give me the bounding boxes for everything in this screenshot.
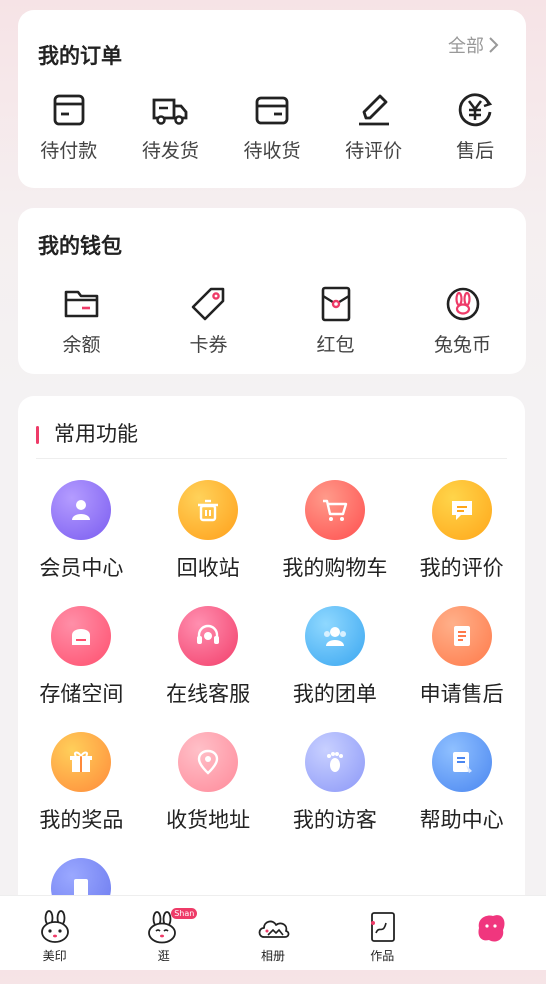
wallet-item-label: 卡券	[189, 334, 228, 356]
folder-icon	[64, 290, 98, 318]
pencil-icon	[358, 94, 389, 126]
truck-icon	[152, 98, 188, 125]
document-icon	[431, 606, 492, 666]
feature-label: 我的团单	[292, 682, 377, 706]
feature-label: 存储空间	[39, 682, 124, 706]
feature-label: 在线客服	[166, 682, 251, 706]
feature-label: 会员中心	[39, 556, 124, 580]
order-item-after-sales[interactable]: 售后	[424, 90, 526, 163]
bottom-tab-bar: 美印 Shan 逛 相册 作品	[0, 895, 546, 970]
tab-works[interactable]: 作品	[328, 896, 437, 970]
features-title: 常用功能	[54, 422, 138, 446]
feature-storage-space[interactable]: 存储空间	[18, 606, 145, 732]
order-item-pending-receipt[interactable]: 待收货	[221, 90, 323, 163]
rabbit-head-icon	[40, 910, 69, 943]
headset-icon	[178, 606, 239, 666]
tab-browse[interactable]: Shan 逛	[109, 896, 218, 970]
yen-refund-icon	[458, 93, 493, 127]
wallet-title: 我的钱包	[38, 234, 122, 258]
rabbit-coin-icon	[446, 287, 479, 321]
wallet-item-label: 兔兔币	[433, 334, 491, 356]
feature-label: 我的奖品	[39, 808, 124, 832]
wallet-item-balance[interactable]: 余额	[18, 284, 145, 357]
feature-label: 帮助中心	[419, 808, 504, 832]
feature-my-prizes[interactable]: 我的奖品	[18, 732, 145, 858]
features-accent-bar	[36, 426, 39, 444]
cloud-album-icon	[258, 920, 290, 938]
order-item-label: 待付款	[40, 140, 98, 162]
feature-label: 申请售后	[419, 682, 504, 706]
order-item-label: 待收货	[243, 140, 301, 162]
orders-all-link[interactable]: 全部	[448, 32, 500, 58]
wallet-item-coupons[interactable]: 卡券	[145, 284, 272, 357]
chevron-right-icon	[489, 37, 499, 53]
wallet-item-red-packet[interactable]: 红包	[272, 284, 399, 357]
wallet-item-label: 红包	[316, 334, 355, 356]
wallet-card: 我的钱包 余额 卡券 红包 兔兔币	[18, 208, 526, 374]
features-header: 常用功能	[36, 418, 507, 459]
order-item-pending-review[interactable]: 待评价	[323, 90, 425, 163]
order-item-pending-shipment[interactable]: 待发货	[120, 90, 222, 163]
tag-icon	[191, 287, 224, 321]
wallet-item-rabbit-coin[interactable]: 兔兔币	[399, 284, 526, 357]
artwork-icon	[371, 912, 396, 942]
storage-icon	[51, 606, 112, 666]
trash-icon	[178, 480, 239, 540]
cart-icon	[304, 480, 365, 540]
wallet-item-label: 余额	[62, 334, 101, 356]
tab-label: 相册	[261, 949, 286, 963]
feature-shopping-cart[interactable]: 我的购物车	[272, 480, 399, 606]
red-envelope-icon	[321, 286, 350, 322]
orders-title: 我的订单	[38, 44, 122, 68]
tab-profile[interactable]	[437, 896, 546, 970]
order-item-pending-payment[interactable]: 待付款	[18, 90, 120, 163]
help-doc-icon	[431, 732, 492, 792]
tab-label: 作品	[370, 949, 395, 963]
feature-online-service[interactable]: 在线客服	[145, 606, 272, 732]
feature-shipping-address[interactable]: 收货地址	[145, 732, 272, 858]
footprint-icon	[304, 732, 365, 792]
group-icon	[304, 606, 365, 666]
feature-group-orders[interactable]: 我的团单	[272, 606, 399, 732]
wallet-icon	[53, 94, 85, 126]
feature-label: 我的购物车	[282, 556, 388, 580]
feature-label: 回收站	[176, 556, 240, 580]
order-item-label: 待评价	[345, 140, 403, 162]
feature-apply-after-sales[interactable]: 申请售后	[398, 606, 525, 732]
shan-badge: Shan	[171, 908, 198, 919]
features-card: 常用功能 会员中心 回收站 我的购物车 我的评价 存储空间 在线客服 我的团单 …	[18, 396, 525, 918]
feature-help-center[interactable]: 帮助中心	[398, 732, 525, 858]
location-icon	[178, 732, 239, 792]
order-item-label: 售后	[456, 140, 495, 162]
package-icon	[255, 96, 289, 125]
feature-member-center[interactable]: 会员中心	[18, 480, 145, 606]
orders-all-label: 全部	[448, 36, 484, 57]
feature-recycle-bin[interactable]: 回收站	[145, 480, 272, 606]
feature-my-visitors[interactable]: 我的访客	[272, 732, 399, 858]
tab-label: 美印	[42, 949, 67, 963]
feature-label: 我的访客	[292, 808, 377, 832]
gift-icon	[51, 732, 112, 792]
tab-meiyin[interactable]: 美印	[0, 896, 109, 970]
order-item-label: 待发货	[141, 140, 199, 162]
feature-my-reviews[interactable]: 我的评价	[398, 480, 525, 606]
profile-avatar-icon	[478, 915, 505, 942]
feature-label: 收货地址	[166, 808, 251, 832]
member-icon	[51, 480, 112, 540]
orders-card: 我的订单 全部 待付款 待发货 待收货 待评价 售后	[18, 10, 526, 188]
tab-album[interactable]: 相册	[218, 896, 327, 970]
feature-label: 我的评价	[419, 556, 504, 580]
comment-icon	[431, 480, 492, 540]
tab-label: 逛	[157, 949, 170, 963]
